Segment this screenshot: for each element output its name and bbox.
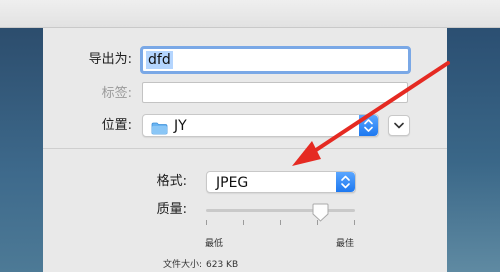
format-label: 格式:	[156, 174, 187, 189]
file-size-label: 文件大小:	[162, 260, 202, 270]
window-titlebar	[0, 0, 500, 28]
section-divider	[43, 148, 447, 149]
format-popup[interactable]: JPEG	[206, 171, 356, 193]
location-label: 位置:	[101, 118, 132, 133]
desktop-background-left	[0, 28, 43, 272]
slider-tick	[206, 220, 207, 225]
file-size-value: 623 KB	[206, 260, 239, 270]
location-stepper-button[interactable]	[359, 115, 378, 136]
slider-tick	[280, 220, 281, 225]
slider-tick	[354, 220, 355, 225]
quality-slider-track[interactable]	[206, 209, 355, 212]
tags-field[interactable]	[142, 82, 408, 103]
desktop-background-right	[447, 28, 500, 272]
format-stepper-button[interactable]	[336, 172, 355, 192]
location-popup[interactable]: JY	[142, 114, 379, 137]
quality-slider-thumb[interactable]	[312, 203, 329, 222]
quality-min-label: 最低	[205, 239, 224, 249]
up-down-chevrons-icon	[364, 119, 373, 132]
export-as-value: dfd	[146, 51, 173, 69]
slider-tick	[243, 220, 244, 225]
export-as-field[interactable]: dfd	[140, 46, 411, 74]
format-value: JPEG	[216, 175, 249, 191]
quality-max-label: 最佳	[336, 239, 355, 249]
expand-browser-button[interactable]	[388, 115, 410, 136]
location-value: JY	[174, 118, 187, 134]
export-as-label: 导出为:	[88, 52, 132, 67]
chevron-down-icon	[394, 122, 404, 129]
up-down-chevrons-icon	[341, 175, 350, 189]
folder-icon	[151, 120, 168, 135]
quality-label: 质量:	[156, 202, 187, 217]
tags-label: 标签:	[101, 86, 132, 101]
